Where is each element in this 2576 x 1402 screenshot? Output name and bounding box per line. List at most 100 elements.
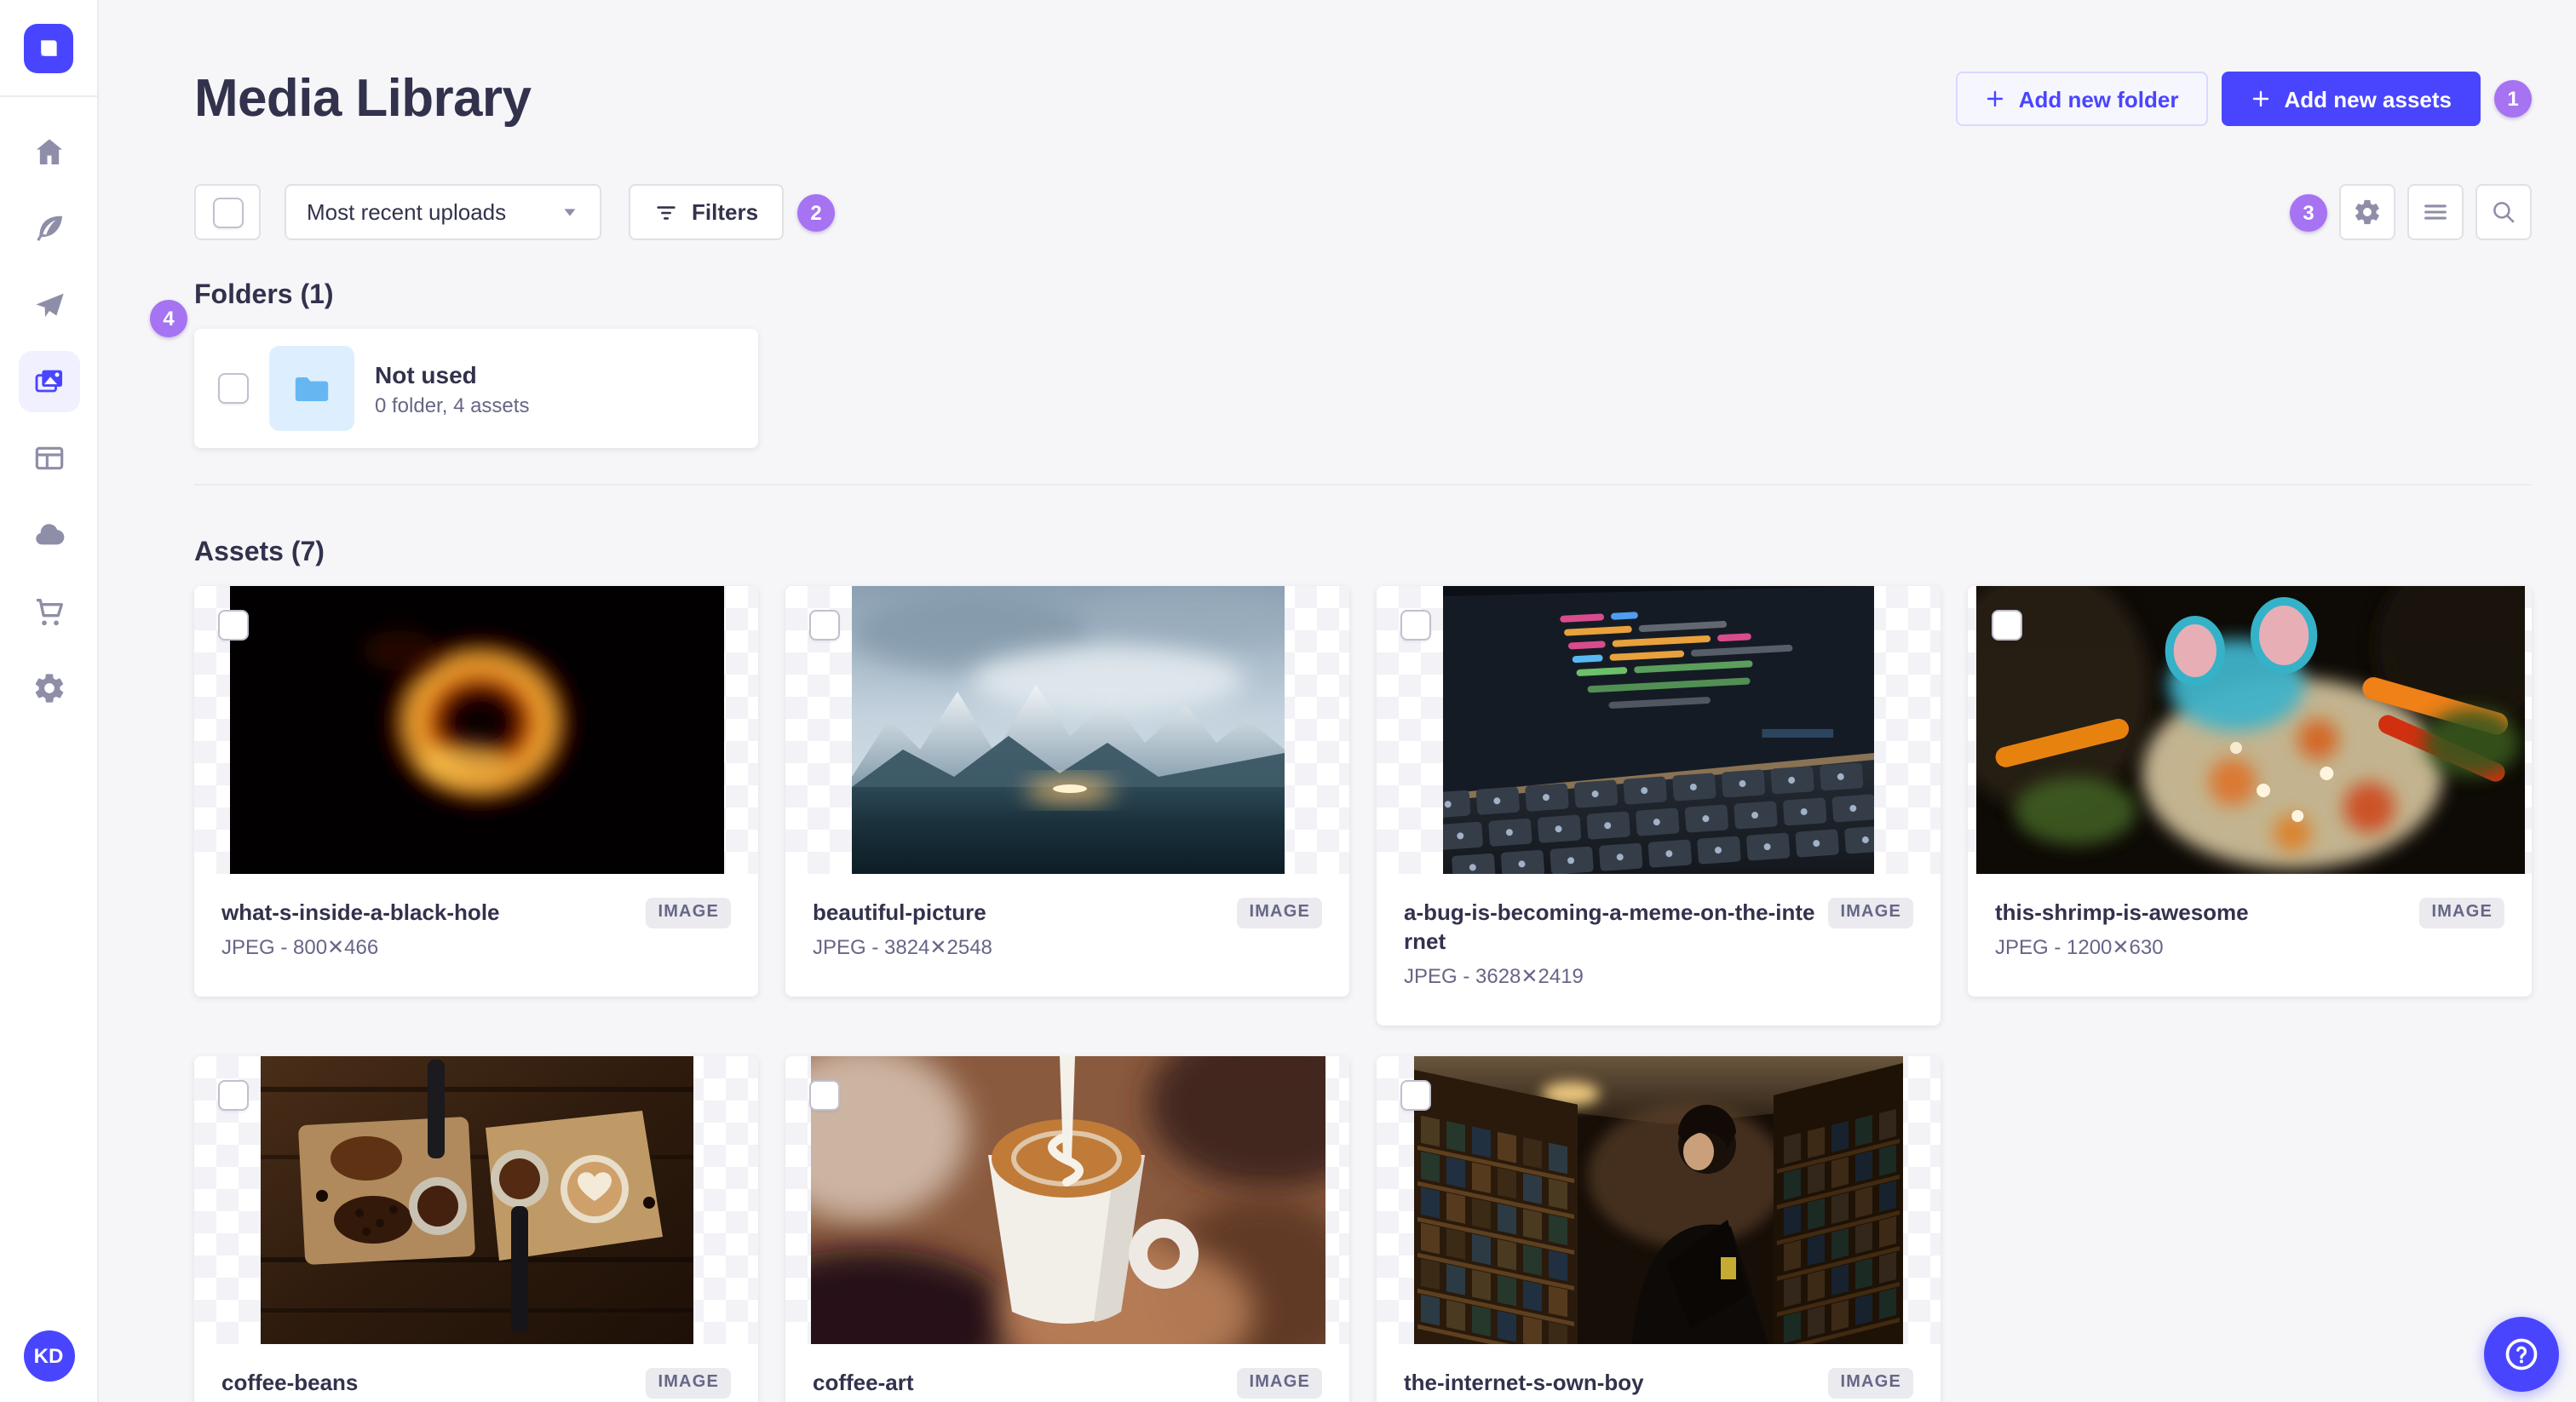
annotation-badge-4: 4 <box>150 300 187 337</box>
asset-texts: beautiful-picture JPEG - 3824✕2548 <box>813 898 1223 959</box>
asset-thumbnail-black-hole <box>194 586 758 874</box>
add-new-assets-button[interactable]: Add new assets <box>2221 72 2481 126</box>
add-new-folder-label: Add new folder <box>2018 86 2179 112</box>
asset-meta: JPEG - 3628✕2419 <box>1404 964 1584 988</box>
asset-checkbox[interactable] <box>218 1080 249 1111</box>
folders-heading: Folders (1) <box>194 281 334 310</box>
annotation-badge-3: 3 <box>2290 193 2327 231</box>
asset-title: what-s-inside-a-black-hole <box>221 899 500 925</box>
sidebar: KD <box>0 0 99 1402</box>
home-icon <box>32 135 66 169</box>
add-new-folder-button[interactable]: Add new folder <box>1955 72 2208 126</box>
asset-type-badge: IMAGE <box>1237 1368 1322 1399</box>
asset-card[interactable]: this-shrimp-is-awesome JPEG - 1200✕630 I… <box>1968 586 2532 997</box>
asset-checkbox[interactable] <box>1992 610 2022 641</box>
asset-texts: a-bug-is-becoming-a-meme-on-the-internet… <box>1404 898 1814 988</box>
asset-type-badge: IMAGE <box>1828 898 1913 928</box>
sidebar-item-releases[interactable] <box>18 274 79 336</box>
filter-icon <box>657 205 676 219</box>
sidebar-item-media-library[interactable] <box>18 351 79 412</box>
pictures-icon <box>32 365 66 399</box>
sidebar-nav <box>18 121 79 719</box>
feather-icon <box>32 211 66 245</box>
filters-label: Filters <box>692 199 759 225</box>
asset-type-badge: IMAGE <box>1828 1368 1913 1399</box>
asset-meta: JPEG - 800✕466 <box>221 935 379 959</box>
sidebar-item-home[interactable] <box>18 121 79 182</box>
asset-title: a-bug-is-becoming-a-meme-on-the-internet <box>1404 899 1815 954</box>
toolbar: Most recent uploads Filters 2 3 <box>194 184 2532 240</box>
folder-card[interactable]: Not used 0 folder, 4 assets <box>194 329 758 448</box>
asset-title: this-shrimp-is-awesome <box>1995 899 2249 925</box>
asset-thumbnail-library-boy <box>1377 1056 1941 1344</box>
layout-icon <box>32 441 66 475</box>
main-content: Media Library Add new folder Add new ass… <box>99 0 2576 1402</box>
plus-icon <box>1987 90 2003 107</box>
sidebar-item-content-manager[interactable] <box>18 198 79 259</box>
media-library-page: KD Media Library Add new folder Add new … <box>0 0 2576 1402</box>
folder-texts: Not used 0 folder, 4 assets <box>375 359 529 417</box>
asset-info: beautiful-picture JPEG - 3824✕2548 IMAGE <box>785 874 1349 997</box>
asset-thumbnail-laptop-code <box>1377 586 1941 874</box>
strapi-logo-icon[interactable] <box>24 24 73 73</box>
user-avatar[interactable]: KD <box>23 1330 74 1382</box>
sidebar-item-content-type-builder[interactable] <box>18 428 79 489</box>
asset-texts: this-shrimp-is-awesome JPEG - 1200✕630 <box>1995 898 2406 959</box>
paper-plane-icon <box>32 288 66 322</box>
folders-section: 4 Folders (1) Not used 0 folder, 4 asset… <box>150 281 2532 448</box>
asset-checkbox[interactable] <box>1400 1080 1431 1111</box>
assets-heading: Assets (7) <box>194 538 325 567</box>
list-view-button[interactable] <box>2407 184 2464 240</box>
annotation-badge-1: 1 <box>2494 80 2532 118</box>
assets-grid: what-s-inside-a-black-hole JPEG - 800✕46… <box>194 586 2532 1402</box>
select-all-container <box>194 184 261 240</box>
asset-card[interactable]: coffee-beans JPEG - 5021✕3347 IMAGE <box>194 1056 758 1402</box>
asset-meta: JPEG - 1200✕630 <box>1995 935 2164 959</box>
chevron-down-icon <box>564 209 576 216</box>
sidebar-item-settings[interactable] <box>18 658 79 719</box>
plus-icon <box>2252 90 2268 107</box>
list-icon <box>2424 204 2447 220</box>
view-settings-button[interactable] <box>2339 184 2395 240</box>
asset-checkbox[interactable] <box>809 1080 840 1111</box>
asset-thumbnail-shrimp <box>1968 586 2532 874</box>
asset-card[interactable]: the-internet-s-own-boy JPEG - 1200✕707 I… <box>1377 1056 1941 1402</box>
toolbar-right: 3 <box>2276 184 2532 240</box>
search-icon <box>2493 202 2515 223</box>
asset-texts: coffee-art JPEG - 5824✕3259 <box>813 1368 1223 1402</box>
folder-name: Not used <box>375 361 477 388</box>
sort-value: Most recent uploads <box>307 199 507 225</box>
asset-card[interactable]: coffee-art JPEG - 5824✕3259 IMAGE <box>785 1056 1349 1402</box>
asset-type-badge: IMAGE <box>646 1368 731 1399</box>
page-header: Media Library Add new folder Add new ass… <box>194 68 2532 129</box>
sidebar-item-marketplace[interactable] <box>18 581 79 642</box>
asset-card[interactable]: a-bug-is-becoming-a-meme-on-the-internet… <box>1377 586 1941 1026</box>
folder-tile <box>269 346 354 431</box>
asset-card[interactable]: what-s-inside-a-black-hole JPEG - 800✕46… <box>194 586 758 997</box>
asset-card[interactable]: beautiful-picture JPEG - 3824✕2548 IMAGE <box>785 586 1349 997</box>
sidebar-item-cloud[interactable] <box>18 504 79 566</box>
asset-title: beautiful-picture <box>813 899 986 925</box>
asset-type-badge: IMAGE <box>1237 898 1322 928</box>
asset-info: the-internet-s-own-boy JPEG - 1200✕707 I… <box>1377 1344 1941 1402</box>
section-divider <box>194 484 2532 486</box>
asset-checkbox[interactable] <box>218 610 249 641</box>
asset-info: this-shrimp-is-awesome JPEG - 1200✕630 I… <box>1968 874 2532 997</box>
folder-icon <box>295 377 329 401</box>
gear-icon <box>2355 199 2379 225</box>
asset-checkbox[interactable] <box>1400 610 1431 641</box>
search-button[interactable] <box>2475 184 2532 240</box>
page-title: Media Library <box>194 68 532 128</box>
asset-info: what-s-inside-a-black-hole JPEG - 800✕46… <box>194 874 758 997</box>
annotation-badge-2: 2 <box>797 193 836 231</box>
folder-checkbox[interactable] <box>218 373 249 404</box>
asset-texts: the-internet-s-own-boy JPEG - 1200✕707 <box>1404 1368 1814 1402</box>
select-all-checkbox[interactable] <box>212 197 243 227</box>
sort-dropdown[interactable]: Most recent uploads <box>285 184 601 240</box>
asset-checkbox[interactable] <box>809 610 840 641</box>
help-button[interactable] <box>2484 1317 2559 1392</box>
add-new-assets-label: Add new assets <box>2284 86 2452 112</box>
asset-type-badge: IMAGE <box>646 898 731 928</box>
filters-button[interactable]: Filters <box>629 184 785 240</box>
cart-icon <box>32 595 66 629</box>
